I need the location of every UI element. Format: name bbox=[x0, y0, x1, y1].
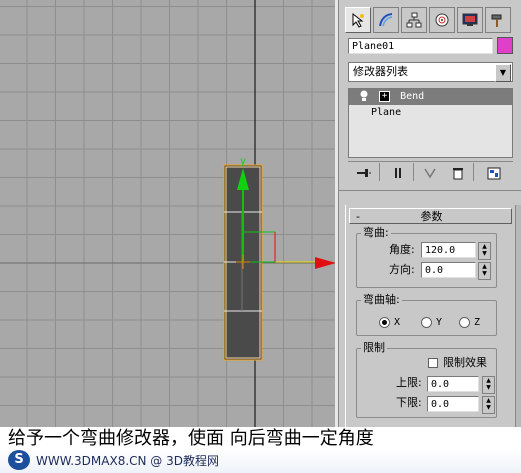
chevron-down-icon[interactable]: ▼ bbox=[495, 64, 511, 82]
viewport-canvas: y bbox=[0, 0, 337, 427]
modifier-stack[interactable]: + Bend Plane bbox=[348, 88, 513, 158]
show-end-result-icon[interactable] bbox=[389, 166, 407, 180]
divider bbox=[413, 163, 414, 181]
display-tab[interactable] bbox=[457, 7, 483, 33]
modifier-list-dropdown[interactable]: 修改器列表 ▼ bbox=[348, 62, 513, 82]
object-name-field[interactable]: Plane01 bbox=[348, 38, 493, 54]
angle-field[interactable]: 120.0 bbox=[421, 242, 476, 258]
y-axis-label: y bbox=[240, 156, 246, 167]
bend-axis-group-title: 弯曲轴: bbox=[361, 293, 402, 306]
expand-plus-icon[interactable]: + bbox=[379, 90, 391, 102]
radio-dot-icon bbox=[459, 316, 470, 328]
rollout-title: 参数 bbox=[420, 210, 443, 223]
stack-item-label: Plane bbox=[371, 107, 402, 118]
motion-tab[interactable] bbox=[429, 7, 455, 33]
hierarchy-icon bbox=[406, 12, 422, 28]
axis-x-radio[interactable]: X bbox=[379, 315, 400, 330]
bend-group-title: 弯曲: bbox=[361, 226, 391, 239]
x-axis-arrow bbox=[315, 257, 336, 269]
lower-limit-field[interactable]: 0.0 bbox=[427, 396, 479, 412]
caption-text: 给予一个弯曲修改器，使面 向后弯曲一定角度 bbox=[8, 428, 374, 449]
direction-label: 方向: bbox=[389, 263, 415, 276]
hierarchy-tab[interactable] bbox=[401, 7, 427, 33]
stack-item-bend[interactable]: + Bend bbox=[349, 89, 512, 105]
divider bbox=[379, 163, 380, 181]
radio-dot-icon bbox=[379, 316, 390, 328]
axis-z-radio[interactable]: Z bbox=[459, 315, 480, 330]
modifier-list-label: 修改器列表 bbox=[353, 65, 408, 78]
axis-y-radio[interactable]: Y bbox=[421, 315, 442, 330]
display-icon bbox=[462, 13, 478, 26]
remove-modifier-icon[interactable] bbox=[449, 166, 467, 180]
perspective-viewport[interactable]: y bbox=[0, 0, 337, 427]
divider bbox=[348, 161, 513, 162]
configure-modifier-sets-icon[interactable] bbox=[485, 166, 503, 180]
divider bbox=[339, 190, 521, 191]
object-color-swatch[interactable] bbox=[497, 37, 513, 54]
upper-limit-spinner[interactable]: ▲ ▼ bbox=[482, 376, 495, 394]
modify-tab[interactable] bbox=[373, 7, 399, 33]
bend-curve-icon bbox=[379, 13, 393, 27]
hammer-icon bbox=[491, 14, 502, 27]
stack-item-label: Bend bbox=[400, 91, 425, 102]
lightbulb-icon[interactable] bbox=[359, 90, 369, 102]
watermark-text: WWW.3DMAX8.CN @ 3D教程网 bbox=[36, 454, 220, 468]
divider bbox=[473, 163, 474, 181]
direction-field[interactable]: 0.0 bbox=[421, 262, 476, 278]
motion-icon bbox=[435, 13, 449, 27]
create-tab[interactable] bbox=[345, 7, 371, 33]
cursor-icon bbox=[352, 12, 364, 28]
upper-limit-field[interactable]: 0.0 bbox=[427, 376, 479, 392]
lower-limit-label: 下限: bbox=[396, 396, 422, 409]
limit-group-title: 限制 bbox=[361, 341, 387, 354]
command-panel: Plane01 修改器列表 ▼ + Bend Plane - 参数 弯曲: 角度… bbox=[338, 0, 521, 427]
pin-stack-icon[interactable] bbox=[355, 166, 373, 180]
upper-limit-label: 上限: bbox=[396, 376, 422, 389]
utilities-tab[interactable] bbox=[485, 7, 511, 33]
radio-dot-icon bbox=[421, 316, 432, 328]
direction-spinner[interactable]: ▲ ▼ bbox=[478, 262, 491, 280]
angle-label: 角度: bbox=[389, 243, 415, 256]
panel-scrollbar[interactable] bbox=[515, 205, 521, 427]
make-unique-icon[interactable] bbox=[421, 166, 439, 180]
stack-item-plane[interactable]: Plane bbox=[349, 105, 512, 121]
limit-effect-checkbox[interactable] bbox=[428, 358, 438, 368]
angle-spinner[interactable]: ▲ ▼ bbox=[478, 242, 491, 260]
limit-effect-label: 限制效果 bbox=[443, 356, 487, 369]
site-logo: S bbox=[8, 450, 30, 470]
lower-limit-spinner[interactable]: ▲ ▼ bbox=[482, 396, 495, 414]
rollout-header[interactable]: - 参数 bbox=[349, 208, 512, 224]
